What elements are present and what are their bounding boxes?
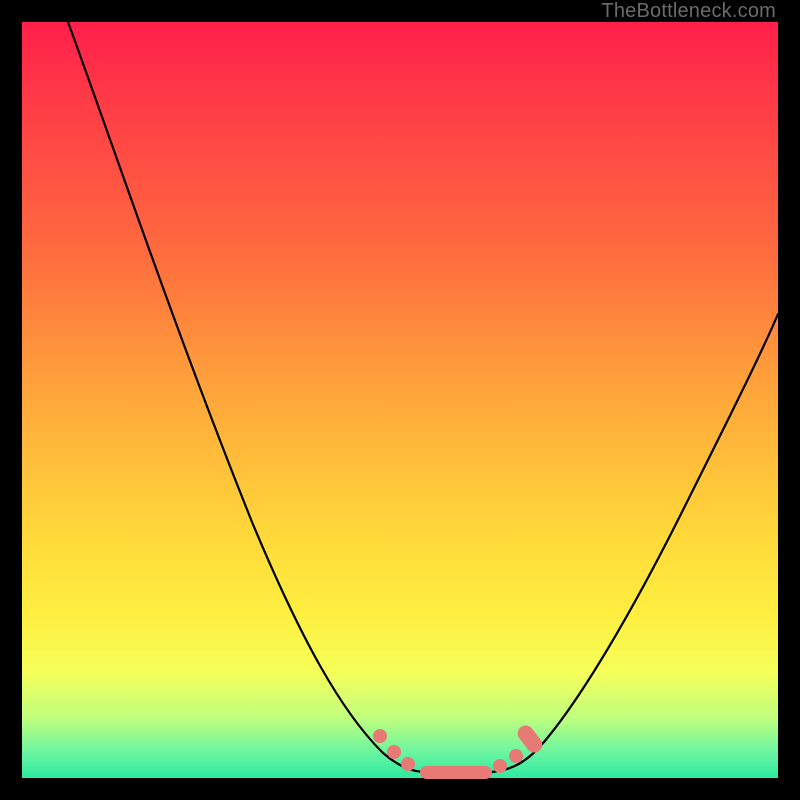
plot-area <box>22 22 778 778</box>
marker-bead <box>509 749 523 763</box>
watermark-text: TheBottleneck.com <box>601 0 776 23</box>
marker-bead <box>387 745 401 759</box>
frame: TheBottleneck.com <box>0 0 800 800</box>
curve-left-branch <box>68 22 426 772</box>
curve-right-branch <box>492 314 778 772</box>
marker-bead <box>493 759 507 773</box>
marker-flat <box>420 766 492 779</box>
marker-bead <box>373 729 387 743</box>
bottleneck-curve <box>22 22 778 778</box>
marker-bead <box>401 757 415 771</box>
